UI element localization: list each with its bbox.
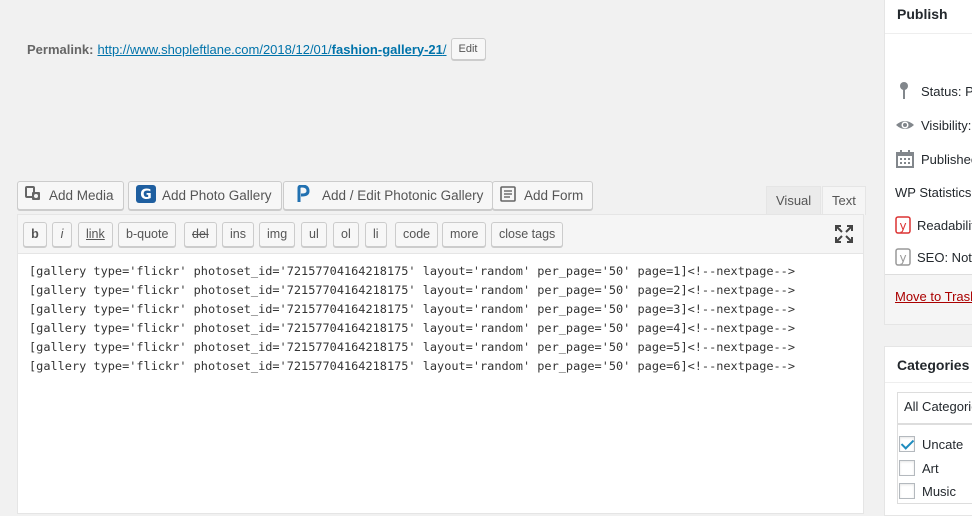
add-form-button[interactable]: Add Form [492,181,594,210]
add-media-button[interactable]: Add Media [17,181,124,210]
published-label: Publishec [921,151,972,167]
status-row: Status: Pu [895,81,972,101]
checkbox[interactable] [899,460,915,476]
content-line: [gallery type='flickr' photoset_id='7215… [29,302,795,316]
add-photo-gallery-button[interactable]: G Add Photo Gallery [128,181,282,210]
category-label: Music [922,483,956,499]
qt-close-tags-button[interactable]: close tags [491,222,564,247]
qt-bold-button[interactable]: b [23,222,47,247]
category-item-uncategorized[interactable]: Uncate [899,436,963,452]
qt-italic-button[interactable]: i [52,222,72,247]
photo-gallery-icon: G [136,185,156,206]
status-label: Status: Pu [921,83,972,99]
categories-title: Categories [885,347,972,383]
wp-statistics-label: WP Statistics [895,185,972,200]
readability-row: y Readabilit [895,215,972,235]
tab-visual[interactable]: Visual [766,186,822,214]
visibility-label: Visibility: [921,117,972,133]
content-line: [gallery type='flickr' photoset_id='7215… [29,340,795,354]
qt-ul-button[interactable]: ul [301,222,327,247]
publish-title: Publish [885,0,972,34]
pin-icon [895,81,915,101]
visibility-row: Visibility: [895,115,971,135]
qt-img-button[interactable]: img [259,222,296,247]
yoast-readability-icon: y [895,215,911,235]
qt-more-button[interactable]: more [442,222,487,247]
tab-text[interactable]: Text [822,186,866,215]
text-editor: b i link b-quote del ins img ul ol li co… [17,214,864,514]
permalink-label: Permalink: [27,41,94,57]
permalink-url-suffix: / [442,41,447,57]
fullscreen-icon[interactable] [835,225,853,243]
svg-text:y: y [899,251,906,265]
yoast-seo-icon: y [895,247,911,267]
qt-link-button[interactable]: link [78,222,113,247]
calendar-icon [895,149,915,169]
eye-icon [895,115,915,135]
seo-label: SEO: Not [917,249,972,265]
permalink-link[interactable]: http://www.shopleftlane.com/2018/12/01/f… [97,42,446,57]
qt-li-button[interactable]: li [365,222,387,247]
content-line: [gallery type='flickr' photoset_id='7215… [29,321,795,335]
content-line: [gallery type='flickr' photoset_id='7215… [29,283,795,297]
tab-all-categories[interactable]: All Categorie [897,392,972,424]
category-item-art[interactable]: Art [899,460,939,476]
qt-ol-button[interactable]: ol [333,222,359,247]
content-line: [gallery type='flickr' photoset_id='7215… [29,359,795,373]
content-line: [gallery type='flickr' photoset_id='7215… [29,264,795,278]
readability-label: Readabilit [917,217,972,233]
qt-del-button[interactable]: del [184,222,217,247]
category-item-music[interactable]: Music [899,483,956,499]
category-label: Uncate [922,436,964,452]
publish-panel: Publish Status: Pu Visibility: Publishec… [884,0,972,325]
permalink-edit-button[interactable]: Edit [450,38,486,60]
quicktags-toolbar: b i link b-quote del ins img ul ol li co… [18,215,863,254]
photonic-gallery-label: Add / Edit Photonic Gallery [322,188,484,203]
permalink-slug: fashion-gallery-21 [331,41,443,57]
permalink-url-prefix: http://www.shopleftlane.com/2018/12/01/ [97,41,332,57]
svg-text:G: G [140,187,152,203]
media-icon [25,186,43,205]
add-photo-gallery-label: Add Photo Gallery [162,188,272,203]
qt-bquote-button[interactable]: b-quote [118,222,177,247]
published-row: Publishec [895,149,972,169]
seo-row: y SEO: Not [895,247,972,267]
checkbox-checked[interactable] [899,436,915,452]
qt-code-button[interactable]: code [395,222,439,247]
qt-ins-button[interactable]: ins [222,222,254,247]
add-media-label: Add Media [49,188,114,203]
content-textarea[interactable]: [gallery type='flickr' photoset_id='7215… [29,262,853,376]
photonic-gallery-button[interactable]: Add / Edit Photonic Gallery [283,181,494,210]
permalink-row: Permalink: http://www.shopleftlane.com/2… [27,36,486,62]
categories-panel: Categories All Categorie Uncate Art Musi… [884,346,972,516]
move-to-trash-link[interactable]: Move to Trash [895,289,972,304]
wp-statistics-row: WP Statistics [895,185,971,200]
form-icon [500,186,516,205]
add-form-label: Add Form [524,188,584,203]
photonic-icon [296,184,310,206]
svg-text:y: y [899,219,906,233]
category-label: Art [922,460,939,476]
checkbox[interactable] [899,483,915,499]
